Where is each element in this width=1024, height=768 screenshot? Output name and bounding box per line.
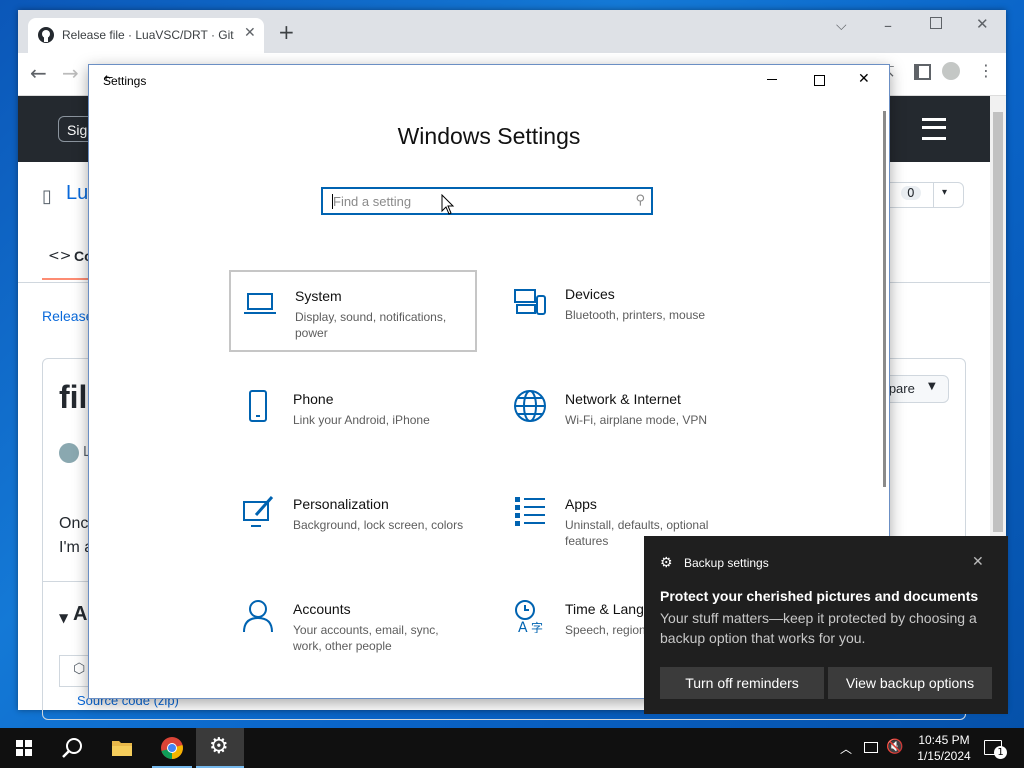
gear-icon: ⚙ — [660, 554, 673, 570]
close-window-icon[interactable]: ✕ — [976, 15, 989, 33]
apps-list-icon — [515, 497, 545, 526]
turn-off-reminders-button[interactable]: Turn off reminders — [660, 667, 824, 699]
search-icon: ⚲ — [635, 193, 645, 208]
side-panel-icon[interactable] — [914, 64, 931, 80]
tile-title: Apps — [565, 496, 597, 512]
tile-description: Wi-Fi, airplane mode, VPN — [565, 413, 708, 427]
mouse-cursor-icon — [441, 194, 455, 215]
search-placeholder: Find a setting — [333, 194, 412, 209]
show-hidden-icons-icon[interactable]: ︿ — [840, 740, 852, 757]
clock-time[interactable]: 10:45 PM — [904, 733, 984, 747]
tile-title: Devices — [565, 286, 615, 302]
tile-description: Display, sound, notifications, power — [295, 310, 447, 340]
tile-description: Link your Android, iPhone — [293, 413, 430, 427]
keyboard-icon — [514, 289, 546, 315]
settings-scrollbar[interactable] — [883, 111, 886, 487]
notification-count-badge: 1 — [994, 746, 1007, 759]
repo-icon: ▯ — [42, 186, 52, 207]
tile-title: Network & Internet — [565, 391, 681, 407]
close-tab-icon[interactable]: ✕ — [244, 25, 256, 41]
search-icon — [62, 738, 82, 758]
paintbrush-icon — [243, 496, 274, 527]
release-title: fil — [59, 379, 88, 415]
tile-devices[interactable]: Devices Bluetooth, printers, mouse — [501, 270, 749, 352]
view-backup-options-button[interactable]: View backup options — [828, 667, 992, 699]
forward-icon[interactable]: → — [62, 61, 79, 85]
tile-network[interactable]: Network & Internet Wi-Fi, airplane mode,… — [501, 375, 749, 457]
time-language-icon: A 字 — [515, 600, 543, 633]
package-icon: ⬡ — [73, 661, 86, 677]
windows-logo-icon — [16, 740, 32, 756]
tile-title: Personalization — [293, 496, 389, 512]
menu-dots-icon[interactable]: ⋮ — [978, 61, 994, 80]
folder-icon — [112, 741, 132, 756]
tab-strip: Release file · LuaVSC/DRT · GitHub ✕ + ⌵… — [18, 10, 1006, 53]
taskbar-search-button[interactable] — [48, 728, 96, 768]
release-body-line: Onc — [59, 515, 89, 532]
svg-text:字: 字 — [531, 620, 543, 633]
back-arrow-icon[interactable]: ← — [104, 71, 113, 84]
file-explorer-button[interactable] — [98, 728, 146, 768]
tile-title: System — [295, 288, 342, 304]
assets-heading[interactable]: A — [73, 603, 87, 626]
clock-date[interactable]: 1/15/2024 — [904, 749, 984, 763]
avatar — [59, 443, 79, 463]
browser-tab[interactable]: Release file · LuaVSC/DRT · GitHub ✕ — [28, 18, 264, 53]
gear-icon: ⚙ — [209, 734, 229, 759]
github-icon — [38, 27, 54, 43]
settings-taskbar-button[interactable]: ⚙ — [196, 728, 244, 768]
close-window-icon[interactable]: ✕ — [858, 71, 870, 87]
tile-accounts[interactable]: Accounts Your accounts, email, sync, wor… — [229, 585, 477, 667]
browser-scrollbar-thumb[interactable] — [993, 112, 1003, 532]
new-tab-icon[interactable]: + — [278, 22, 295, 42]
profile-icon[interactable] — [942, 62, 960, 80]
start-button[interactable] — [0, 728, 48, 768]
volume-muted-icon[interactable]: 🔇 — [886, 738, 903, 755]
maximize-icon[interactable] — [930, 17, 942, 29]
active-tab-underline — [42, 278, 88, 280]
laptop-icon — [244, 293, 276, 314]
star-button[interactable]: r 0 ▾ — [878, 182, 964, 208]
person-icon — [243, 600, 273, 633]
minimize-icon[interactable] — [767, 79, 777, 80]
tile-description: Bluetooth, printers, mouse — [565, 308, 706, 322]
toast-heading: Protect your cherished pictures and docu… — [660, 588, 979, 604]
minimize-icon[interactable]: – — [884, 16, 892, 35]
search-input[interactable]: Find a setting ⚲ — [321, 187, 653, 215]
taskbar: ⚙ ︿ 🔇 10:45 PM 1/15/2024 1 — [0, 728, 1024, 768]
releases-breadcrumb[interactable]: Release — [42, 308, 93, 324]
tile-personalization[interactable]: Personalization Background, lock screen,… — [229, 480, 477, 562]
network-icon[interactable] — [864, 742, 878, 753]
tile-title: Accounts — [293, 601, 351, 617]
tab-title: Release file · LuaVSC/DRT · GitHub — [62, 28, 234, 42]
backup-toast: ⚙ Backup settings ✕ Protect your cherish… — [644, 536, 1008, 714]
tile-description: Your accounts, email, sync, work, other … — [293, 623, 439, 653]
chrome-taskbar-button[interactable] — [148, 728, 196, 768]
tile-phone[interactable]: Phone Link your Android, iPhone — [229, 375, 477, 457]
maximize-icon[interactable] — [814, 75, 825, 86]
expand-triangle-icon[interactable]: ▼ — [59, 611, 68, 625]
chrome-icon — [161, 737, 183, 759]
toast-app-name: Backup settings — [684, 556, 769, 570]
code-icon: <> — [48, 248, 72, 264]
svg-text:A: A — [518, 620, 528, 633]
globe-icon — [514, 390, 546, 422]
repo-name[interactable]: Lu — [66, 182, 88, 205]
page-title: Windows Settings — [397, 123, 581, 149]
tile-description: Background, lock screen, colors — [293, 518, 464, 532]
tab-search-icon[interactable]: ⌵ — [836, 18, 847, 34]
phone-icon — [249, 390, 267, 422]
back-icon[interactable]: ← — [30, 61, 47, 85]
toast-close-icon[interactable]: ✕ — [972, 553, 984, 570]
tile-title: Phone — [293, 391, 334, 407]
tile-system[interactable]: System Display, sound, notifications, po… — [229, 270, 477, 352]
tile-title: Time & Langu — [565, 601, 652, 617]
toast-body: Your stuff matters—keep it protected by … — [660, 610, 977, 646]
hamburger-menu-icon[interactable] — [922, 118, 946, 140]
